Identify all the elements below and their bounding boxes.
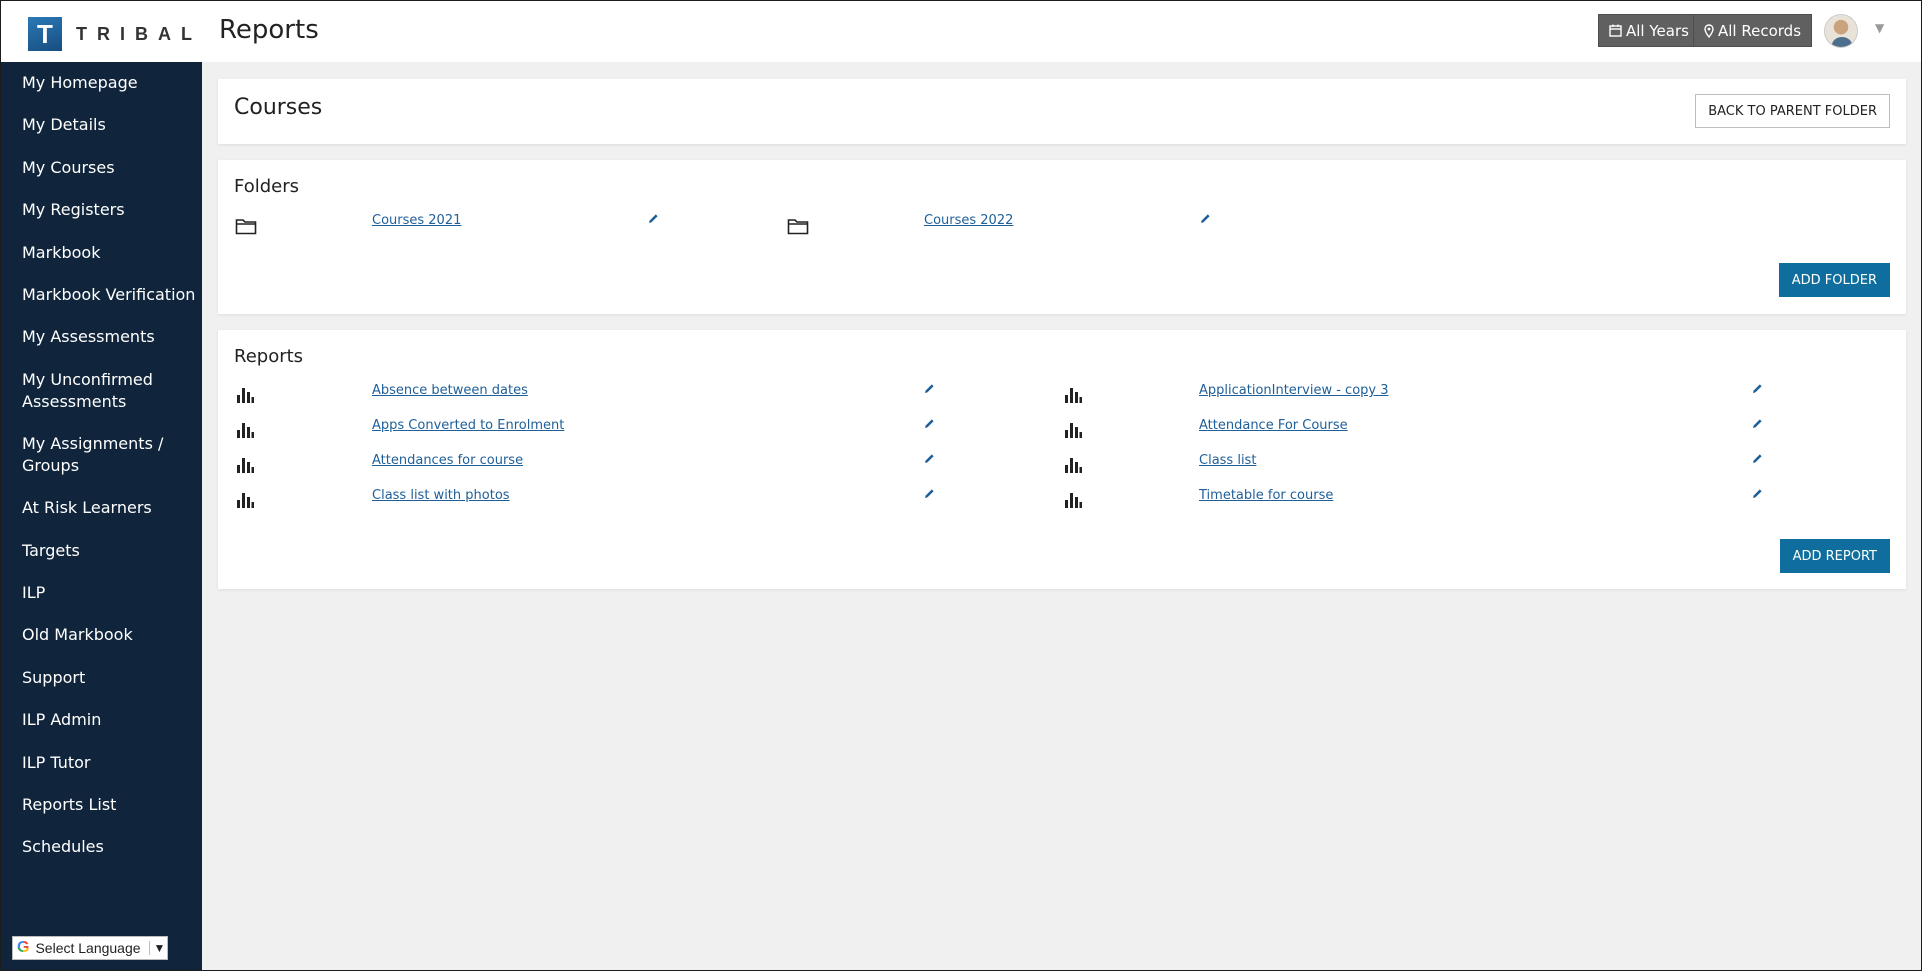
pencil-icon[interactable]: [1200, 213, 1211, 224]
bar-chart-icon: [236, 422, 254, 438]
report-link-attendances-for-course[interactable]: Attendances for course: [372, 453, 523, 468]
sidebar-item-at-risk-learners[interactable]: At Risk Learners: [22, 497, 197, 519]
sidebar-item-my-homepage[interactable]: My Homepage: [22, 72, 197, 94]
pencil-icon[interactable]: [924, 453, 935, 464]
all-records-label: All Records: [1718, 21, 1802, 40]
report-link-timetable-for-course[interactable]: Timetable for course: [1199, 488, 1333, 503]
sidebar-item-my-unconfirmed-assessments[interactable]: My Unconfirmed Assessments: [22, 369, 197, 413]
courses-title: Courses: [234, 95, 323, 120]
page-title: Reports: [219, 15, 319, 45]
pencil-icon[interactable]: [1752, 418, 1763, 429]
report-link-applicationinterview-copy-3[interactable]: ApplicationInterview - copy 3: [1199, 383, 1389, 398]
folder-icon: [235, 217, 257, 235]
back-to-parent-folder-button[interactable]: BACK TO PARENT FOLDER: [1695, 94, 1890, 128]
pencil-icon[interactable]: [924, 488, 935, 499]
calendar-icon: [1609, 24, 1622, 37]
chevron-down-icon[interactable]: ▼: [1875, 21, 1884, 35]
sidebar-item-ilp-admin[interactable]: ILP Admin: [22, 709, 197, 731]
sidebar-item-old-markbook[interactable]: Old Markbook: [22, 624, 197, 646]
pencil-icon[interactable]: [924, 383, 935, 394]
folders-title: Folders: [234, 176, 300, 197]
add-report-button[interactable]: ADD REPORT: [1779, 539, 1890, 573]
pencil-icon[interactable]: [924, 418, 935, 429]
pencil-icon[interactable]: [648, 213, 659, 224]
folders-panel: Folders Courses 2021 Courses 2022 ADD FO…: [218, 160, 1906, 314]
reports-title: Reports: [234, 346, 304, 367]
language-label: Select Language: [35, 940, 141, 956]
report-link-apps-converted-to-enrolment[interactable]: Apps Converted to Enrolment: [372, 418, 564, 433]
logo-text: TRIBAL: [76, 23, 202, 44]
folder-link-courses-2022[interactable]: Courses 2022: [924, 213, 1013, 228]
sidebar-item-schedules[interactable]: Schedules: [22, 836, 197, 858]
top-header: T TRIBAL Reports All Years All Records ▼: [1, 1, 1921, 62]
sidebar-item-reports-list[interactable]: Reports List: [22, 794, 197, 816]
sidebar-item-my-details[interactable]: My Details: [22, 114, 197, 136]
report-link-attendance-for-course[interactable]: Attendance For Course: [1199, 418, 1348, 433]
sidebar-item-my-assessments[interactable]: My Assessments: [22, 326, 197, 348]
language-selector[interactable]: G Select Language ▼: [12, 936, 168, 960]
bar-chart-icon: [236, 457, 254, 473]
bar-chart-icon: [1064, 492, 1082, 508]
pencil-icon[interactable]: [1752, 453, 1763, 464]
all-years-button[interactable]: All Years: [1598, 14, 1700, 47]
bar-chart-icon: [236, 492, 254, 508]
reports-panel: Reports Absence between dates Applicatio…: [218, 330, 1906, 589]
bar-chart-icon: [1064, 422, 1082, 438]
sidebar-item-ilp-tutor[interactable]: ILP Tutor: [22, 752, 197, 774]
report-link-class-list-with-photos[interactable]: Class list with photos: [372, 488, 510, 503]
folder-link-courses-2021[interactable]: Courses 2021: [372, 213, 461, 228]
user-avatar[interactable]: [1824, 14, 1858, 48]
all-records-button[interactable]: All Records: [1693, 14, 1813, 47]
sidebar-item-markbook[interactable]: Markbook: [22, 242, 197, 264]
courses-header-panel: Courses BACK TO PARENT FOLDER: [218, 79, 1906, 144]
sidebar: My Homepage My Details My Courses My Reg…: [1, 62, 202, 970]
report-link-class-list[interactable]: Class list: [1199, 453, 1256, 468]
report-link-absence-between-dates[interactable]: Absence between dates: [372, 383, 528, 398]
pencil-icon[interactable]: [1752, 488, 1763, 499]
bar-chart-icon: [236, 387, 254, 403]
sidebar-item-markbook-verification[interactable]: Markbook Verification: [22, 284, 197, 306]
sidebar-item-my-assignments-groups[interactable]: My Assignments / Groups: [22, 433, 197, 477]
add-folder-button[interactable]: ADD FOLDER: [1778, 263, 1890, 297]
google-icon: G: [17, 939, 30, 956]
map-marker-icon: [1704, 23, 1714, 38]
bar-chart-icon: [1064, 457, 1082, 473]
sidebar-item-my-courses[interactable]: My Courses: [22, 157, 197, 179]
bar-chart-icon: [1064, 387, 1082, 403]
sidebar-item-ilp[interactable]: ILP: [22, 582, 197, 604]
logo-mark: T: [28, 17, 62, 51]
pencil-icon[interactable]: [1752, 383, 1763, 394]
sidebar-item-support[interactable]: Support: [22, 667, 197, 689]
tribal-logo[interactable]: T TRIBAL: [28, 17, 202, 51]
sidebar-item-my-registers[interactable]: My Registers: [22, 199, 197, 221]
folder-icon: [787, 217, 809, 235]
dropdown-arrow-icon: ▼: [148, 941, 165, 955]
all-years-label: All Years: [1626, 21, 1689, 40]
sidebar-item-targets[interactable]: Targets: [22, 540, 197, 562]
